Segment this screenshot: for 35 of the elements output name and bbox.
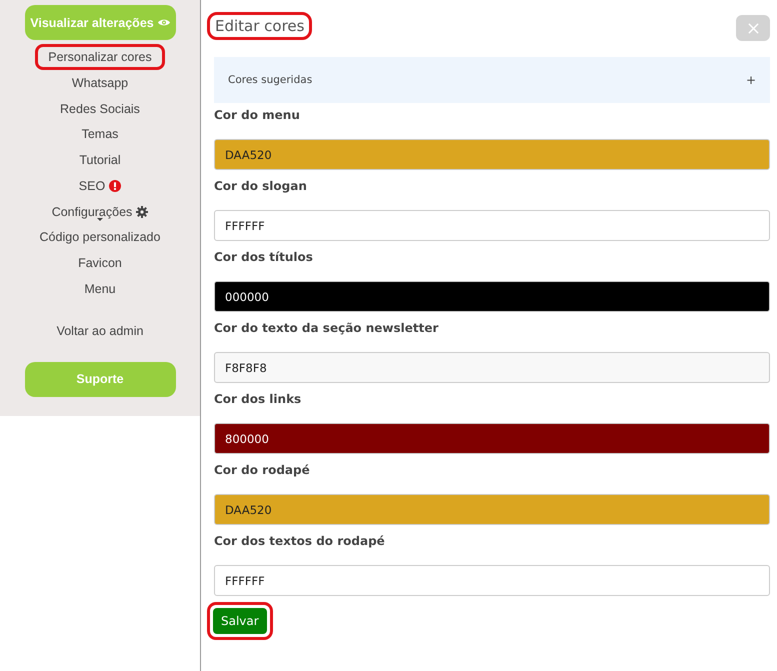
field-label: Cor do menu	[214, 107, 301, 124]
sidebar-item[interactable]: Redes Sociais	[47, 96, 153, 122]
color-input[interactable]: DAA520	[214, 494, 770, 525]
field-label: Cor do rodapé	[214, 462, 311, 479]
dialog-title: Editar cores	[207, 12, 312, 40]
field-label: Cor dos links	[214, 391, 302, 408]
color-input[interactable]: FFFFFF	[214, 210, 770, 241]
sidebar-item[interactable]: Código personalizado	[26, 224, 174, 250]
sidebar-item[interactable]: Whatsapp	[58, 70, 142, 96]
color-input[interactable]: DAA520	[214, 139, 770, 170]
sidebar-item[interactable]: Configurações	[38, 198, 162, 225]
sidebar-item[interactable]: Tutorial	[66, 147, 134, 174]
field-label: Cor do slogan	[214, 178, 308, 195]
sidebar-item[interactable]: SEO	[66, 172, 134, 199]
alert-icon	[109, 180, 122, 192]
gear-icon	[136, 206, 148, 218]
sidebar-item[interactable]: Favicon	[65, 250, 135, 276]
save-button[interactable]: Salvar	[213, 608, 267, 634]
eye-icon	[158, 18, 170, 27]
color-input[interactable]: 000000	[214, 281, 770, 312]
sidebar-item[interactable]: Temas	[68, 121, 132, 148]
suggested-colors-accordion[interactable]: Cores sugeridas +	[214, 57, 770, 103]
caret-icon[interactable]	[96, 218, 103, 221]
sidebar-item[interactable]: Menu	[71, 276, 129, 302]
expand-toggle[interactable]: +	[746, 73, 756, 87]
back-to-admin-link[interactable]: Voltar ao admin	[56, 324, 144, 338]
close-icon	[748, 22, 758, 34]
color-input[interactable]: F8F8F8	[214, 352, 770, 383]
field-label: Cor do texto da seção newsletter	[214, 320, 440, 337]
sidebar-item[interactable]: Personalizar cores	[35, 44, 165, 70]
field-label: Cor dos títulos	[214, 249, 314, 266]
color-input[interactable]: 800000	[214, 423, 770, 454]
field-label: Cor dos textos do rodapé	[214, 533, 386, 550]
accordion-label: Cores sugeridas	[228, 74, 312, 86]
color-input[interactable]: FFFFFF	[214, 565, 770, 596]
